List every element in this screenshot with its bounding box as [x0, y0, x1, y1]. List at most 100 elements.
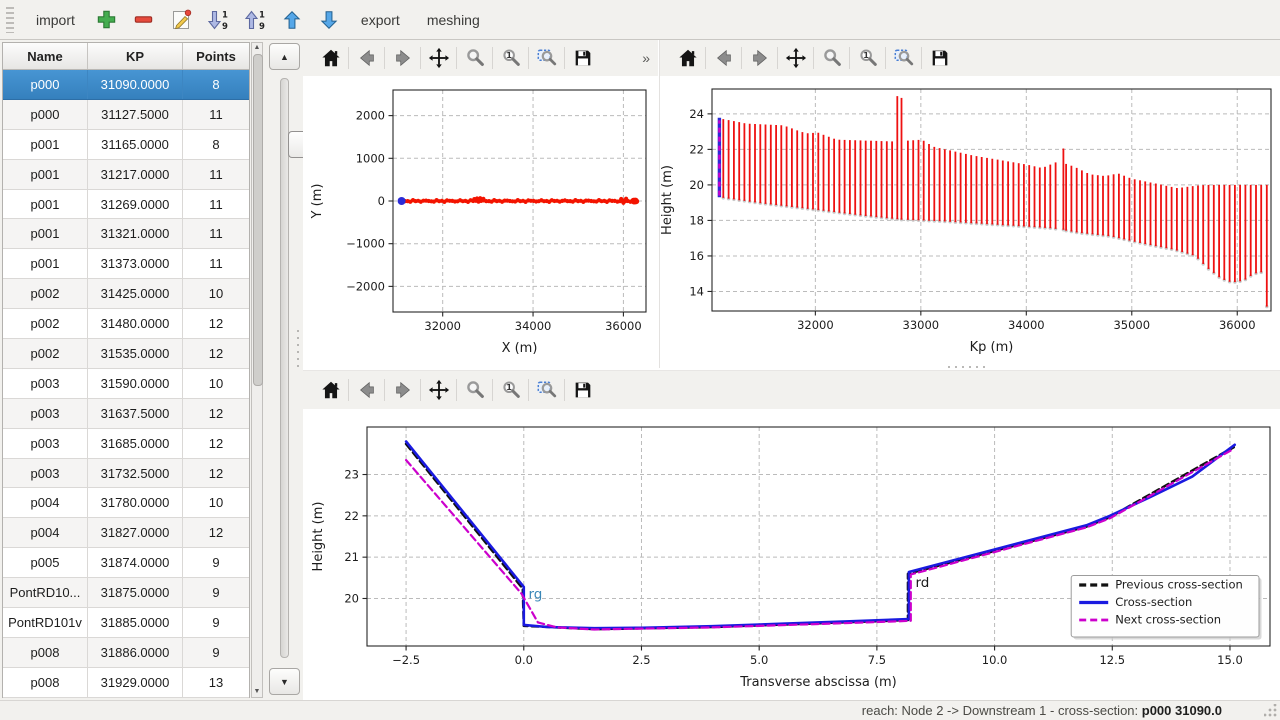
zoom-rect-button[interactable]	[531, 376, 562, 404]
forward-button[interactable]	[387, 44, 418, 72]
plan-view-figure: 1» 320003400036000200010000−1000−2000X (…	[303, 40, 658, 368]
toolbar-separator	[420, 47, 421, 69]
scrollbar-down-icon[interactable]: ▼	[252, 687, 262, 697]
edit-button[interactable]	[165, 4, 197, 36]
pan-button[interactable]	[423, 44, 454, 72]
svg-text:Transverse abscissa (m): Transverse abscissa (m)	[739, 675, 897, 690]
add-button[interactable]	[91, 4, 123, 36]
remove-button[interactable]	[128, 4, 160, 36]
zoom-one-button[interactable]: 1	[495, 376, 526, 404]
move-down-button[interactable]	[313, 4, 345, 36]
section-slider-track[interactable]	[280, 78, 289, 658]
toolbar-separator	[348, 47, 349, 69]
home-button[interactable]	[672, 44, 703, 72]
previous-section-button[interactable]: ▲	[269, 43, 300, 70]
table-row[interactable]: p00331732.500012	[3, 459, 249, 489]
cross-section-plot-canvas[interactable]: −2.50.02.55.07.510.012.515.020212223Tran…	[303, 409, 1280, 706]
cell-points: 11	[183, 190, 249, 219]
svg-text:23: 23	[344, 468, 359, 482]
forward-button[interactable]	[387, 376, 418, 404]
home-button[interactable]	[315, 44, 346, 72]
cell-kp: 31425.0000	[88, 279, 183, 308]
zoom-button[interactable]	[816, 44, 847, 72]
table-row[interactable]: p00131373.000011	[3, 249, 249, 279]
window-resize-grip[interactable]	[1264, 704, 1277, 717]
table-row[interactable]: p00331685.000012	[3, 429, 249, 459]
move-up-button[interactable]	[276, 4, 308, 36]
sort-ascending-button[interactable]: 19	[239, 4, 271, 36]
table-scrollbar-thumb[interactable]	[253, 54, 263, 386]
next-section-button[interactable]: ▼	[269, 668, 300, 695]
table-row[interactable]: p00131321.000011	[3, 219, 249, 249]
svg-text:32000: 32000	[424, 319, 461, 333]
status-selected-section: p000 31090.0	[1142, 703, 1222, 718]
cell-name: p000	[3, 100, 88, 129]
cell-kp: 31732.5000	[88, 459, 183, 488]
back-button[interactable]	[351, 44, 382, 72]
save-button[interactable]	[567, 376, 598, 404]
forward-button[interactable]	[744, 44, 775, 72]
save-button[interactable]	[924, 44, 955, 72]
table-row[interactable]: p00331637.500012	[3, 399, 249, 429]
zoom-button[interactable]	[459, 44, 490, 72]
zoom-one-button[interactable]: 1	[852, 44, 883, 72]
cross-section-table: NameKPPoints p00031090.00008p00031127.50…	[2, 42, 250, 698]
save-button[interactable]	[567, 44, 598, 72]
toolbar-overflow-button[interactable]: »	[642, 50, 658, 66]
column-header-points[interactable]: Points	[183, 43, 249, 69]
table-row[interactable]: p00231425.000010	[3, 279, 249, 309]
zoom-button[interactable]	[459, 376, 490, 404]
pan-button[interactable]	[780, 44, 811, 72]
horizontal-splitter-handle[interactable]	[948, 366, 985, 368]
plan-plot-canvas[interactable]: 320003400036000200010000−1000−2000X (m)Y…	[303, 76, 658, 373]
table-row[interactable]: p00431780.000010	[3, 488, 249, 518]
home-button[interactable]	[315, 376, 346, 404]
table-row[interactable]: p00331590.000010	[3, 369, 249, 399]
pan-icon	[428, 47, 450, 69]
column-header-kp[interactable]: KP	[88, 43, 183, 69]
table-row[interactable]: p00531874.00009	[3, 548, 249, 578]
table-row[interactable]: p00131165.00008	[3, 130, 249, 160]
pan-button[interactable]	[423, 376, 454, 404]
table-row[interactable]: p00431827.000012	[3, 518, 249, 548]
zoom-rect-button[interactable]	[531, 44, 562, 72]
scrollbar-up-icon[interactable]: ▲	[252, 43, 262, 53]
toolbar-separator	[492, 379, 493, 401]
svg-text:Cross-section: Cross-section	[1115, 595, 1192, 609]
cell-kp: 31885.0000	[88, 608, 183, 637]
table-row[interactable]: p00831886.00009	[3, 638, 249, 668]
column-header-name[interactable]: Name	[3, 43, 88, 69]
back-button[interactable]	[351, 376, 382, 404]
table-row[interactable]: p00231535.000012	[3, 339, 249, 369]
vertical-splitter-handle[interactable]	[297, 330, 299, 367]
table-row[interactable]: PontRD10...31875.00009	[3, 578, 249, 608]
cell-name: p001	[3, 219, 88, 248]
table-row[interactable]: PontRD101v31885.00009	[3, 608, 249, 638]
zoom-rect-button[interactable]	[888, 44, 919, 72]
table-row[interactable]: p00031127.500011	[3, 100, 249, 130]
cell-points: 8	[183, 130, 249, 159]
svg-text:Height (m): Height (m)	[660, 165, 675, 235]
back-button[interactable]	[708, 44, 739, 72]
cell-kp: 31090.0000	[88, 70, 183, 99]
table-row[interactable]: p00131217.000011	[3, 160, 249, 190]
longitudinal-plot-canvas[interactable]: 3200033000340003500036000141618202224Kp …	[660, 76, 1280, 373]
cross-section-plot-toolbar: 1	[303, 371, 1280, 409]
export-button[interactable]: export	[350, 7, 411, 33]
table-scrollbar[interactable]: ▲ ▼	[251, 42, 263, 698]
back-icon	[713, 47, 735, 69]
toolbar-drag-grip[interactable]	[6, 7, 14, 33]
table-row[interactable]: p00831929.000013	[3, 668, 249, 698]
cell-name: p003	[3, 399, 88, 428]
table-row[interactable]: p00131269.000011	[3, 190, 249, 220]
table-row[interactable]: p00231480.000012	[3, 309, 249, 339]
cell-kp: 31269.0000	[88, 190, 183, 219]
zoom-one-button[interactable]: 1	[495, 44, 526, 72]
cell-name: p008	[3, 638, 88, 667]
table-row[interactable]: p00031090.00008	[3, 70, 249, 100]
meshing-menu[interactable]: meshing	[416, 7, 491, 33]
sort-descending-button[interactable]: 19	[202, 4, 234, 36]
svg-text:−2000: −2000	[346, 279, 385, 293]
cell-points: 12	[183, 429, 249, 458]
import-button[interactable]: import	[25, 7, 86, 33]
